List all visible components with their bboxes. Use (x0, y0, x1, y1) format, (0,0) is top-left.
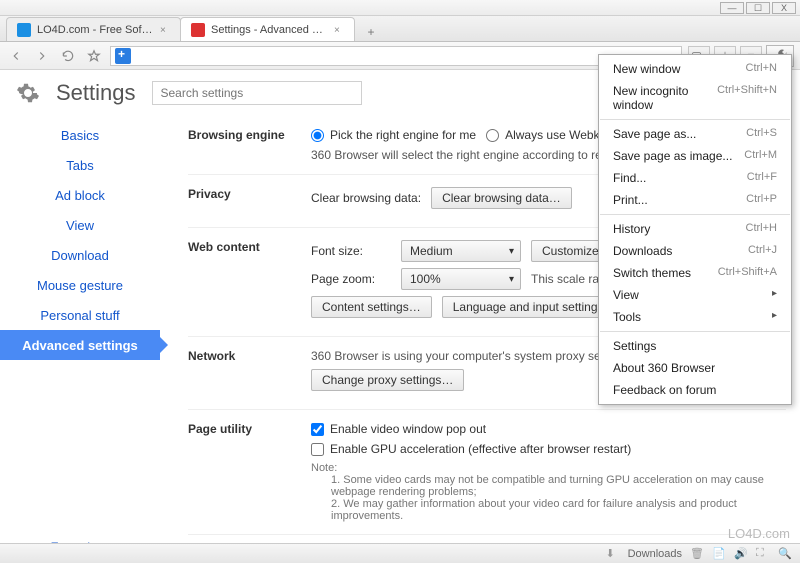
menu-view[interactable]: View (599, 284, 791, 306)
download-icon[interactable]: ⬇ (606, 547, 620, 561)
forward-icon[interactable] (32, 46, 52, 66)
footer-icon[interactable]: ⛶ (756, 547, 770, 561)
search-input[interactable] (152, 81, 362, 105)
back-icon[interactable] (6, 46, 26, 66)
sidebar-item-download[interactable]: Download (0, 240, 160, 270)
close-tab-icon[interactable]: × (334, 25, 344, 35)
tab-settings[interactable]: Settings - Advanced sett × (180, 17, 355, 41)
star-icon[interactable] (84, 46, 104, 66)
gear-icon (16, 81, 40, 105)
fontsize-select[interactable]: Medium (401, 240, 521, 262)
sidebar-item-advanced[interactable]: Advanced settings (0, 330, 160, 360)
menu-tools[interactable]: Tools (599, 306, 791, 328)
content-settings-button[interactable]: Content settings… (311, 296, 432, 318)
proxy-settings-button[interactable]: Change proxy settings… (311, 369, 464, 391)
wrench-menu: New windowCtrl+N New incognito windowCtr… (598, 54, 792, 405)
menu-history[interactable]: HistoryCtrl+H (599, 218, 791, 240)
section-page-utility: Page utility Enable video window pop out… (188, 410, 786, 535)
radio-pick-engine[interactable]: Pick the right engine for me (311, 128, 476, 142)
menu-new-window[interactable]: New windowCtrl+N (599, 58, 791, 80)
tab-title: Settings - Advanced sett (211, 24, 328, 36)
sidebar-item-tabs[interactable]: Tabs (0, 150, 160, 180)
section-label: Web content (188, 240, 293, 324)
section-label: Privacy (188, 187, 293, 215)
sidebar-item-personal[interactable]: Personal stuff (0, 300, 160, 330)
footer-icon[interactable]: 📄 (712, 547, 726, 561)
sidebar-item-adblock[interactable]: Ad block (0, 180, 160, 210)
new-tab-button[interactable]: + (360, 23, 382, 41)
shield-icon (115, 48, 131, 64)
menu-save-as[interactable]: Save page as...Ctrl+S (599, 123, 791, 145)
menu-find[interactable]: Find...Ctrl+F (599, 167, 791, 189)
maximize-button[interactable]: ☐ (746, 2, 770, 14)
favicon-icon (17, 23, 31, 37)
clear-browsing-button[interactable]: Clear browsing data… (431, 187, 572, 209)
section-label: Network (188, 349, 293, 397)
status-bar: ⬇ Downloads 🗑 📄 🔊 ⛶ 🔍 (0, 543, 800, 563)
section-label: Page utility (188, 422, 293, 522)
menu-feedback[interactable]: Feedback on forum (599, 379, 791, 401)
tab-lo4d[interactable]: LO4D.com - Free Software × (6, 17, 181, 41)
menu-save-image[interactable]: Save page as image...Ctrl+M (599, 145, 791, 167)
close-button[interactable]: X (772, 2, 796, 14)
sidebar-item-mouse-gesture[interactable]: Mouse gesture (0, 270, 160, 300)
sidebar-item-basics[interactable]: Basics (0, 120, 160, 150)
zoom-icon[interactable]: 🔍 (778, 547, 792, 561)
sidebar: Basics Tabs Ad block View Download Mouse… (0, 116, 160, 543)
check-video-popout[interactable]: Enable video window pop out (311, 422, 486, 436)
menu-themes[interactable]: Switch themesCtrl+Shift+A (599, 262, 791, 284)
reload-icon[interactable] (58, 46, 78, 66)
downloads-label[interactable]: Downloads (628, 548, 682, 560)
minimize-button[interactable]: — (720, 2, 744, 14)
section-smooth: Smooth Scrolling Enable smooth scrolling… (188, 535, 786, 543)
tab-strip: LO4D.com - Free Software × Settings - Ad… (0, 16, 800, 42)
footer-icon[interactable]: 🗑 (690, 547, 704, 561)
zoom-select[interactable]: 100% (401, 268, 521, 290)
favicon-icon (191, 23, 205, 37)
window-titlebar: — ☐ X (0, 0, 800, 16)
sidebar-item-view[interactable]: View (0, 210, 160, 240)
section-label: Browsing engine (188, 128, 293, 162)
menu-incognito[interactable]: New incognito windowCtrl+Shift+N (599, 80, 791, 116)
address-bar[interactable] (110, 46, 682, 66)
menu-about[interactable]: About 360 Browser (599, 357, 791, 379)
menu-settings[interactable]: Settings (599, 335, 791, 357)
footer-icon[interactable]: 🔊 (734, 547, 748, 561)
page-title: Settings (56, 80, 136, 106)
check-gpu[interactable]: Enable GPU acceleration (effective after… (311, 442, 631, 456)
menu-print[interactable]: Print...Ctrl+P (599, 189, 791, 211)
tab-title: LO4D.com - Free Software (37, 24, 154, 36)
close-tab-icon[interactable]: × (160, 25, 170, 35)
menu-downloads[interactable]: DownloadsCtrl+J (599, 240, 791, 262)
